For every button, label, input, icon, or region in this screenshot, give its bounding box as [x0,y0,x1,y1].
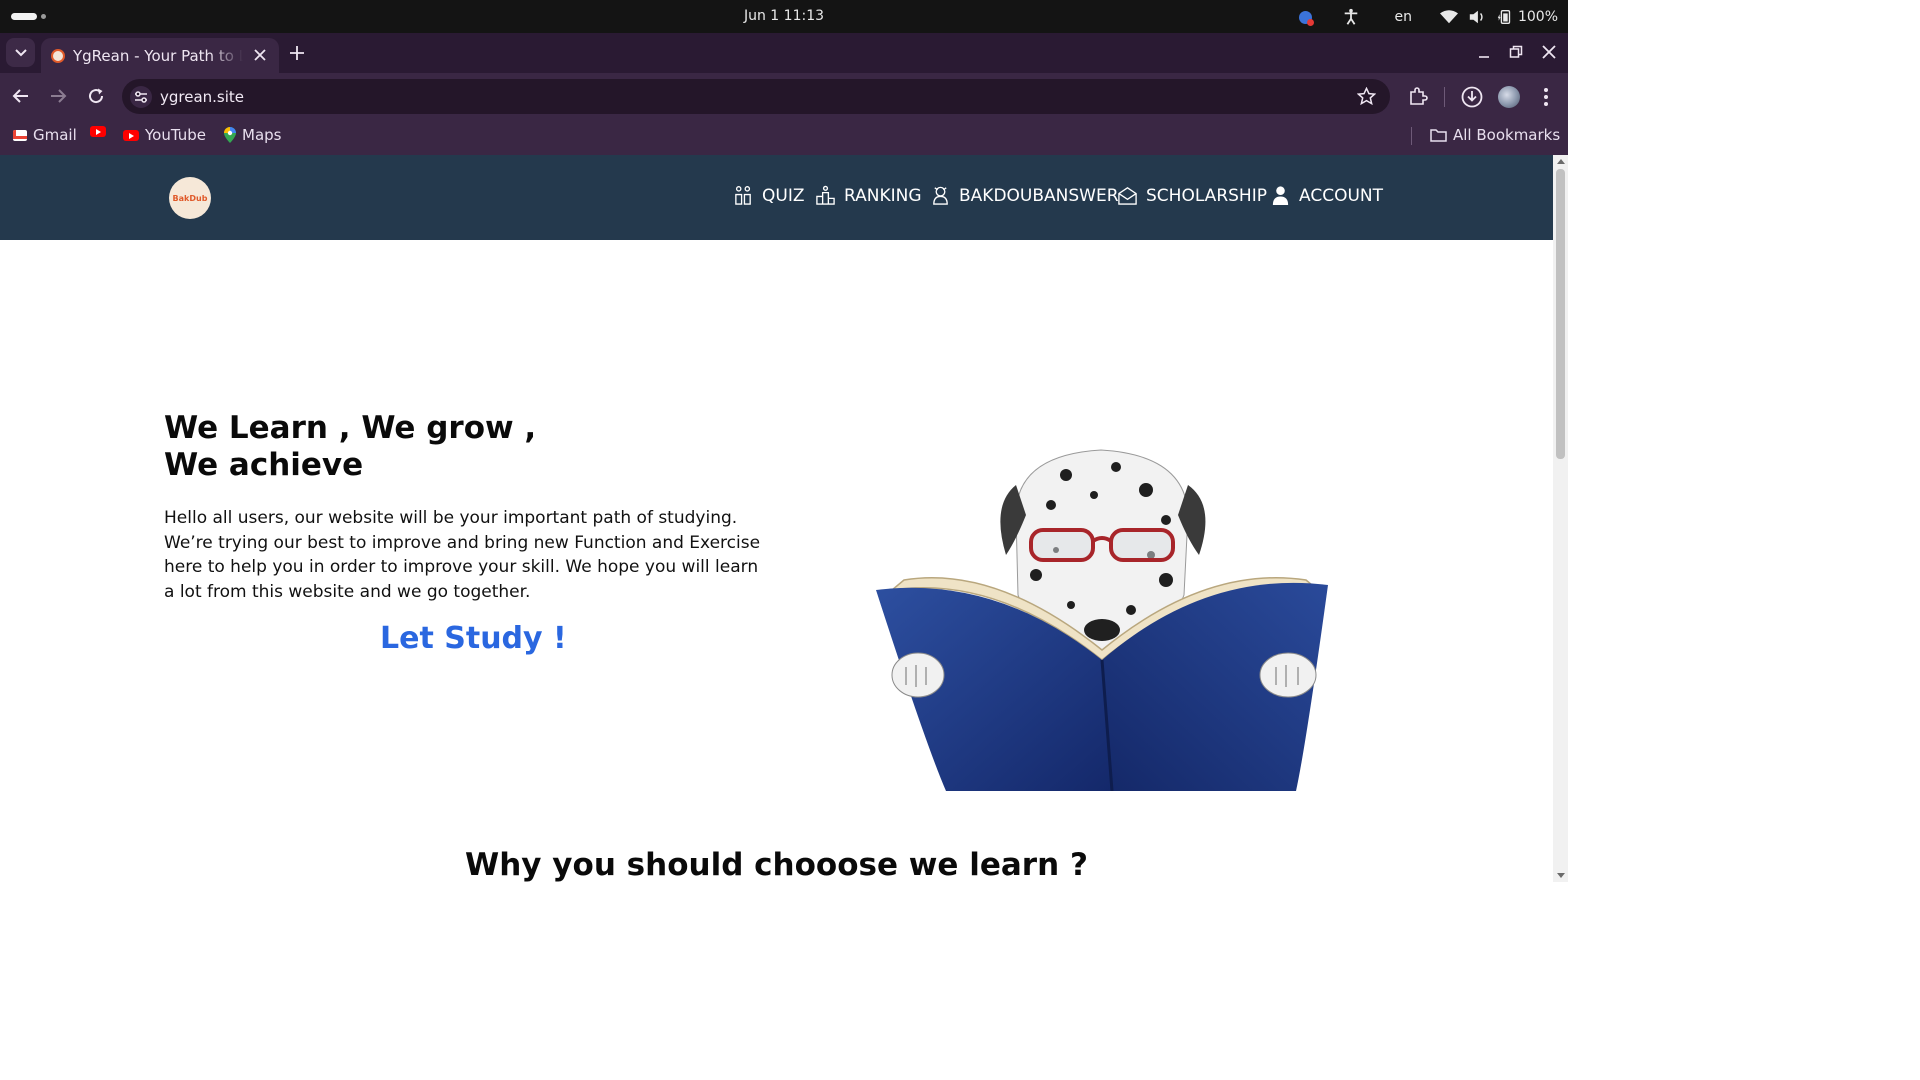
nav-label: SCHOLARSHIP [1146,185,1267,206]
nav-label: RANKING [844,185,922,206]
nav-bakdoubanswer[interactable]: BAKDOUBANSWER [930,185,1119,206]
scholarship-icon [1118,187,1137,205]
bookmark-youtube-icon-only[interactable] [90,126,106,137]
back-icon[interactable] [12,87,30,105]
bookmark-label: All Bookmarks [1453,126,1561,144]
nav-label: BAKDOUBANSWER [959,185,1119,206]
browser-tab-strip: YgRean - Your Path to Learn [0,33,1568,73]
nav-ranking[interactable]: RANKING [815,185,922,206]
bookmarks-divider [1411,127,1412,145]
answer-icon [933,186,948,205]
bookmark-maps[interactable]: Maps [224,126,281,144]
nav-label: ACCOUNT [1299,185,1383,206]
more-menu-icon[interactable] [1538,86,1554,108]
screen-record-icon[interactable] [1299,10,1315,26]
restore-icon[interactable] [1509,45,1523,59]
download-icon[interactable] [1461,86,1483,108]
battery-percent[interactable]: 100% [1518,9,1558,25]
forward-icon[interactable] [49,87,67,105]
scroll-thumb[interactable] [1556,169,1565,459]
hero-title-line1: We Learn , We grow , [164,410,537,446]
bookmark-label: Gmail [33,126,77,144]
hero-title: We Learn , We grow , We achieve [164,410,584,484]
close-tab-icon[interactable] [253,48,267,62]
bookmark-gmail[interactable]: Gmail [13,126,77,144]
folder-icon [1430,129,1447,142]
maps-pin-icon [224,127,236,143]
toolbar-divider [1444,87,1445,107]
why-choose-heading: Why you should chooose we learn ? [465,847,1088,882]
hero-title-line2: We achieve [164,447,364,483]
nav-label: QUIZ [762,185,805,206]
chevron-down-icon [14,48,27,56]
accessibility-icon[interactable] [1342,8,1360,26]
address-bar[interactable]: ygrean.site [122,79,1390,114]
reload-icon[interactable] [87,87,105,105]
page-viewport: BakDub QUIZ RANKING BAKDOUBANSWER SCHOLA… [0,155,1553,882]
nav-quiz[interactable]: QUIZ [733,185,804,206]
quiz-icon [735,186,751,205]
active-tab[interactable]: YgRean - Your Path to Learn [41,38,279,73]
let-study-link[interactable]: Let Study ! [380,621,567,656]
tune-icon [135,91,147,103]
minimize-icon[interactable] [1477,45,1491,59]
wifi-icon[interactable] [1439,9,1458,25]
browser-toolbar: ygrean.site [0,73,1568,117]
bookmark-youtube[interactable]: YouTube [123,126,206,144]
tab-title: YgRean - Your Path to Learn [73,47,243,65]
all-bookmarks-button[interactable]: All Bookmarks [1430,126,1560,144]
scroll-down-arrow-icon[interactable] [1557,873,1565,878]
dalmatian-reading-book-illustration [876,449,1328,791]
site-logo[interactable]: BakDub [169,177,211,219]
volume-icon[interactable] [1468,9,1486,25]
bookmarks-bar: Gmail YouTube Maps All Bookmarks [0,117,1568,155]
bookmark-star-icon[interactable] [1357,87,1376,106]
user-icon [1272,186,1289,206]
nav-account[interactable]: ACCOUNT [1270,185,1383,206]
new-tab-icon[interactable] [289,45,305,61]
bookmark-label: Maps [242,126,282,144]
site-favicon-icon [51,49,65,63]
close-window-icon[interactable] [1542,45,1556,59]
bookmark-label: YouTube [145,126,206,144]
hero-description: Hello all users, our website will be you… [164,508,761,602]
youtube-icon [90,126,106,137]
tab-search-button[interactable] [6,38,35,67]
page-scrollbar[interactable] [1553,155,1568,882]
gmail-icon [13,129,27,141]
url-text[interactable]: ygrean.site [160,88,244,106]
extensions-icon[interactable] [1408,86,1428,106]
scroll-up-arrow-icon[interactable] [1557,159,1565,164]
battery-icon[interactable] [1496,9,1514,25]
profile-avatar[interactable] [1498,86,1520,108]
logo-text: BakDub [172,193,208,203]
ranking-podium-icon [816,185,835,205]
site-header: BakDub QUIZ RANKING BAKDOUBANSWER SCHOLA… [0,155,1553,240]
os-top-bar: Jun 1 11:13 en 100% [0,0,1568,33]
language-indicator[interactable]: en [1394,9,1412,25]
system-tray[interactable]: en 100% [1299,6,1558,28]
nav-scholarship[interactable]: SCHOLARSHIP [1117,185,1267,206]
site-info-button[interactable] [130,86,152,108]
youtube-icon [123,129,139,141]
